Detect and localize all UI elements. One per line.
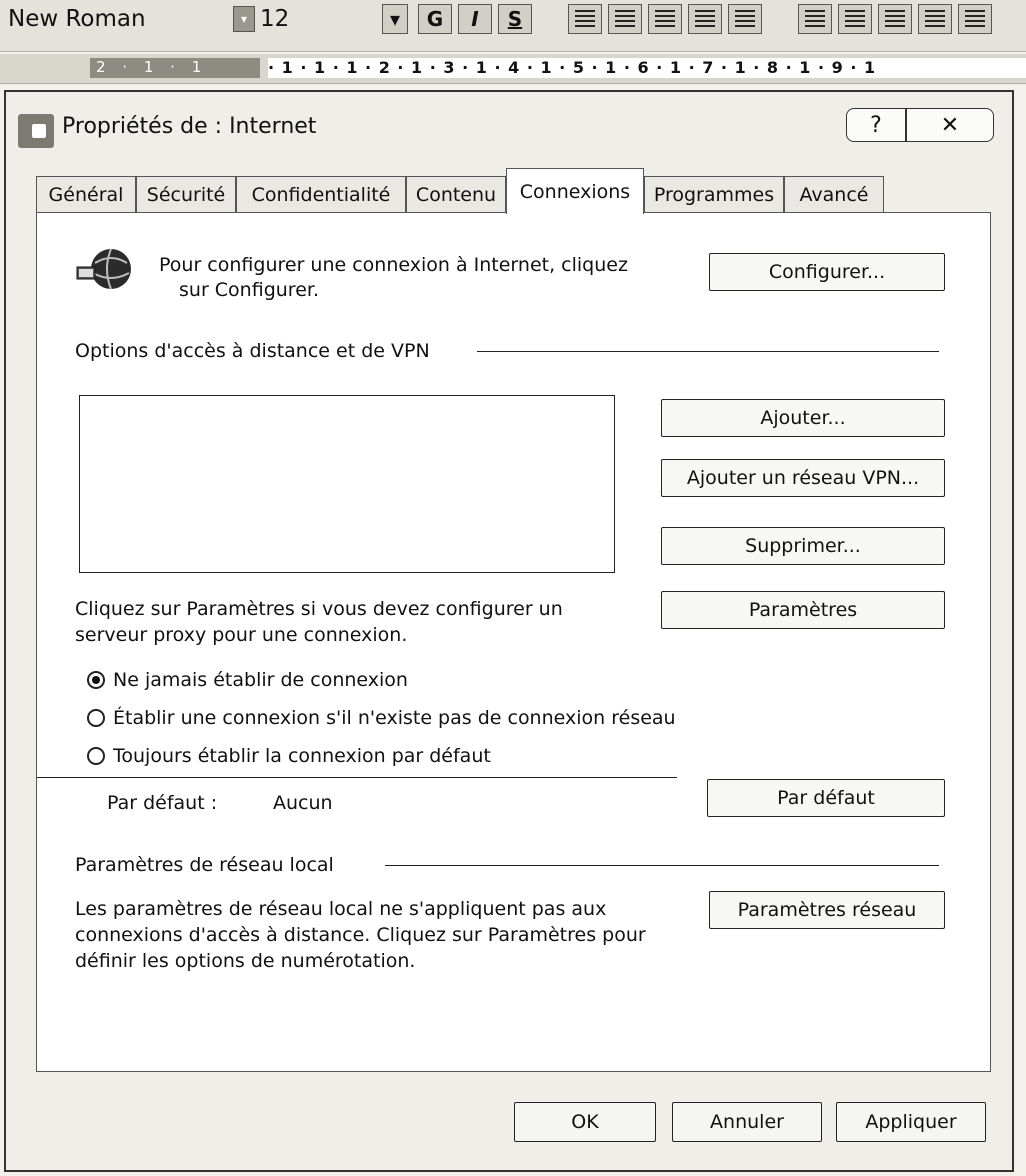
proxy-text-line2: serveur proxy pour une connexion. [75,624,408,646]
title-bar: Propriétés de : Internet ? ✕ [6,92,1012,164]
dialog-title: Propriétés de : Internet [62,114,317,139]
setup-description-line1: Pour configurer une connexion à Internet… [159,254,628,276]
connections-panel: Pour configurer une connexion à Internet… [36,212,991,1072]
radio-button-icon[interactable] [87,709,105,727]
border-icon[interactable] [958,4,992,34]
numbered-list-icon[interactable] [798,4,832,34]
internet-options-icon [18,114,54,148]
ruler-left-margin: 2 · 1 · 1 [90,58,260,78]
underline-button[interactable]: S [498,4,532,34]
tab-programs[interactable]: Programmes [644,176,784,212]
radio-label: Ne jamais établir de connexion [113,669,408,691]
settings-button[interactable]: Paramètres [661,591,945,629]
font-size-field[interactable]: 12 [260,6,289,32]
lan-section-title: Paramètres de réseau local [75,854,334,876]
decrease-indent-icon[interactable] [878,4,912,34]
lan-text-line3: définir les options de numérotation. [75,950,416,972]
tab-privacy[interactable]: Confidentialité [236,176,406,212]
section-divider [477,351,939,352]
lan-text-line2: connexions d'accès à distance. Cliquez s… [75,924,646,946]
ok-button[interactable]: OK [514,1102,656,1142]
internet-properties-dialog: Propriétés de : Internet ? ✕ Général Séc… [4,90,1014,1172]
ruler-scale: · 1 · 1 · 1 · 2 · 1 · 3 · 1 · 4 · 1 · 5 … [268,58,1026,78]
section-divider [385,865,939,866]
justify-icon[interactable] [688,4,722,34]
italic-button[interactable]: I [458,4,492,34]
tab-advanced[interactable]: Avancé [784,176,884,212]
tab-content[interactable]: Contenu [406,176,506,212]
radio-button-icon[interactable] [87,747,105,765]
default-label: Par défaut : [107,792,218,814]
tab-general[interactable]: Général [36,176,136,212]
align-center-icon[interactable] [608,4,642,34]
connections-listbox[interactable] [79,395,615,573]
tab-security[interactable]: Sécurité [136,176,236,212]
radio-always-dial-default[interactable]: Toujours établir la connexion par défaut [87,745,491,767]
bold-button[interactable]: G [418,4,452,34]
configure-button[interactable]: Configurer... [709,253,945,291]
increase-indent-icon[interactable] [918,4,952,34]
remove-button[interactable]: Supprimer... [661,527,945,565]
add-vpn-button[interactable]: Ajouter un réseau VPN... [661,459,945,497]
lan-text-line1: Les paramètres de réseau local ne s'appl… [75,898,607,920]
globe-network-icon [76,248,131,290]
divider [37,777,677,778]
dropdown-arrow-icon[interactable]: ▾ [382,4,408,34]
set-default-button[interactable]: Par défaut [707,779,945,817]
help-button[interactable]: ? [846,108,906,142]
lan-settings-button[interactable]: Paramètres réseau [709,891,945,929]
close-button[interactable]: ✕ [906,108,994,142]
align-right-icon[interactable] [648,4,682,34]
add-button[interactable]: Ajouter... [661,399,945,437]
ruler: 2 · 1 · 1 · 1 · 1 · 1 · 2 · 1 · 3 · 1 · … [0,54,1026,84]
radio-button-icon[interactable] [87,671,105,689]
proxy-text-line1: Cliquez sur Paramètres si vous devez con… [75,598,563,620]
radio-label: Toujours établir la connexion par défaut [113,745,491,767]
formatting-toolbar: New Roman ▾ 12 ▾ G I S [0,0,1026,52]
font-size-dropdown-icon[interactable]: ▾ [233,6,255,32]
apply-button[interactable]: Appliquer [836,1102,986,1142]
align-left-icon[interactable] [568,4,602,34]
radio-dial-when-no-network[interactable]: Établir une connexion s'il n'existe pas … [87,707,676,729]
radio-never-dial[interactable]: Ne jamais établir de connexion [87,669,408,691]
bulleted-list-icon[interactable] [838,4,872,34]
line-spacing-icon[interactable] [728,4,762,34]
tab-connections[interactable]: Connexions [506,168,644,214]
setup-description-line2: sur Configurer. [179,279,319,301]
cancel-button[interactable]: Annuler [672,1102,822,1142]
radio-label: Établir une connexion s'il n'existe pas … [113,707,676,729]
default-value: Aucun [273,792,333,814]
font-name-field[interactable]: New Roman [8,6,146,32]
dialup-vpn-section-title: Options d'accès à distance et de VPN [75,340,430,362]
